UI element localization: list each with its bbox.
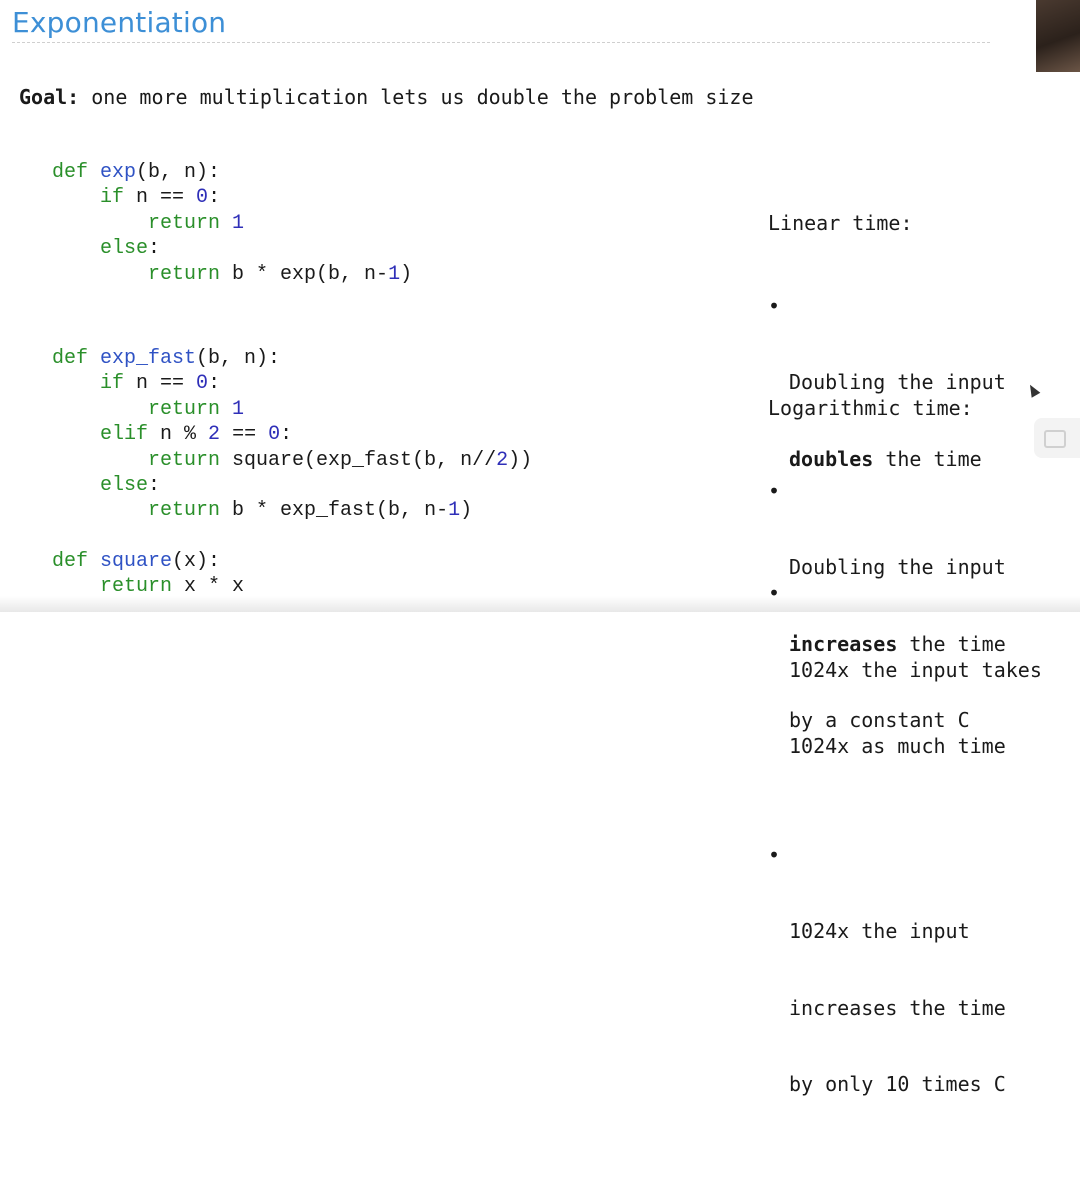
code-token: 0 xyxy=(268,423,281,447)
code-token: 1 xyxy=(232,397,245,421)
title-rule xyxy=(12,42,990,43)
code-token: exp xyxy=(100,161,137,184)
code-token: else xyxy=(100,473,149,497)
code-token: (x): xyxy=(172,550,221,573)
code-token: return xyxy=(148,499,221,523)
code-line: else: xyxy=(52,473,532,498)
code-line: def exp_fast(b, n): xyxy=(52,346,532,371)
log-b1-line3: by a constant C xyxy=(789,708,970,732)
code-token: : xyxy=(280,423,293,447)
code-token: 2 xyxy=(208,423,221,447)
code-token: def xyxy=(52,550,101,573)
code-line: return 1 xyxy=(52,211,412,236)
code-line: def square(x): xyxy=(52,549,244,574)
code-token: ) xyxy=(400,262,413,286)
goal-text: one more multiplication lets us double t… xyxy=(79,85,754,109)
picture-in-picture-icon xyxy=(1044,430,1066,448)
code-block-exp-fast: def exp_fast(b, n): if n == 0: return 1 … xyxy=(52,346,532,524)
code-token: return xyxy=(148,211,233,235)
bottom-shade xyxy=(0,596,1080,612)
code-line: def exp(b, n): xyxy=(52,160,412,185)
code-token: return xyxy=(148,397,233,421)
code-token: 0 xyxy=(196,372,209,396)
code-line: else: xyxy=(52,236,412,261)
code-token: : xyxy=(148,237,161,261)
code-token: (b, n): xyxy=(136,161,221,184)
code-token: b * exp(b, n- xyxy=(220,262,389,286)
goal-label: Goal: xyxy=(19,85,80,109)
log-b2-line2: increases the time xyxy=(789,995,1006,1020)
log-bullet-1: • Doubling the input increases the time … xyxy=(768,479,1006,785)
bullet-dot: • xyxy=(768,842,781,867)
code-line: return 1 xyxy=(52,397,532,422)
code-block-square: def square(x): return x * x xyxy=(52,549,244,600)
code-block-exp: def exp(b, n): if n == 0: return 1 else:… xyxy=(52,160,412,287)
code-token: return xyxy=(100,575,173,599)
code-token: x * x xyxy=(172,575,245,599)
log-b2-line1: 1024x the input xyxy=(789,919,970,943)
webcam-thumbnail xyxy=(1036,0,1080,72)
code-token: 1 xyxy=(448,499,461,523)
logarithmic-time-panel: Logarithmic time: • Doubling the input i… xyxy=(768,345,1006,1181)
code-token: b * exp_fast(b, n- xyxy=(220,499,449,523)
code-token: : xyxy=(208,372,221,396)
code-line: if n == 0: xyxy=(52,371,532,396)
code-token: square(exp_fast(b, n// xyxy=(220,448,497,472)
bullet-dot: • xyxy=(768,293,781,318)
code-token: def xyxy=(52,347,101,370)
code-token: elif xyxy=(100,423,149,447)
slide-title: Exponentiation xyxy=(12,6,227,39)
code-token: n == xyxy=(124,186,197,210)
code-token: square xyxy=(100,550,173,573)
code-line: return square(exp_fast(b, n//2)) xyxy=(52,448,532,473)
goal-line: Goal: one more multiplication lets us do… xyxy=(19,85,754,109)
code-token: n % xyxy=(148,423,209,447)
logarithmic-time-heading: Logarithmic time: xyxy=(768,396,973,420)
code-token: ) xyxy=(460,499,473,523)
code-line: elif n % 2 == 0: xyxy=(52,422,532,447)
code-token: 0 xyxy=(196,186,209,210)
log-b1-line2: increases the time xyxy=(789,632,1006,658)
code-token: return xyxy=(148,448,221,472)
code-token: == xyxy=(220,423,269,447)
code-token: : xyxy=(208,186,221,210)
code-token: if xyxy=(100,186,125,210)
code-token: 1 xyxy=(388,262,401,286)
code-token: def xyxy=(52,161,101,184)
picture-in-picture-button[interactable] xyxy=(1034,418,1080,458)
code-token: : xyxy=(148,473,161,497)
log-b2-line3: by only 10 times C xyxy=(789,1072,1006,1096)
code-token: else xyxy=(100,237,149,261)
code-line: return b * exp_fast(b, n-1) xyxy=(52,498,532,523)
code-line: return b * exp(b, n-1) xyxy=(52,262,412,287)
code-token: 1 xyxy=(232,211,245,235)
code-token: (b, n): xyxy=(196,347,281,370)
linear-time-heading: Linear time: xyxy=(768,211,913,235)
log-bullet-2: • 1024x the input increases the time by … xyxy=(768,843,1006,1149)
log-b1-rest: the time xyxy=(897,631,1006,656)
code-token: return xyxy=(148,262,221,286)
code-token: )) xyxy=(508,448,533,472)
code-token: 2 xyxy=(496,448,509,472)
code-token: if xyxy=(100,372,125,396)
log-b1-line1: Doubling the input xyxy=(789,555,1006,579)
code-line: if n == 0: xyxy=(52,185,412,210)
code-token: n == xyxy=(124,372,197,396)
code-token: exp_fast xyxy=(100,347,197,370)
log-b1-bold: increases xyxy=(789,631,898,656)
bullet-dot: • xyxy=(768,478,781,503)
